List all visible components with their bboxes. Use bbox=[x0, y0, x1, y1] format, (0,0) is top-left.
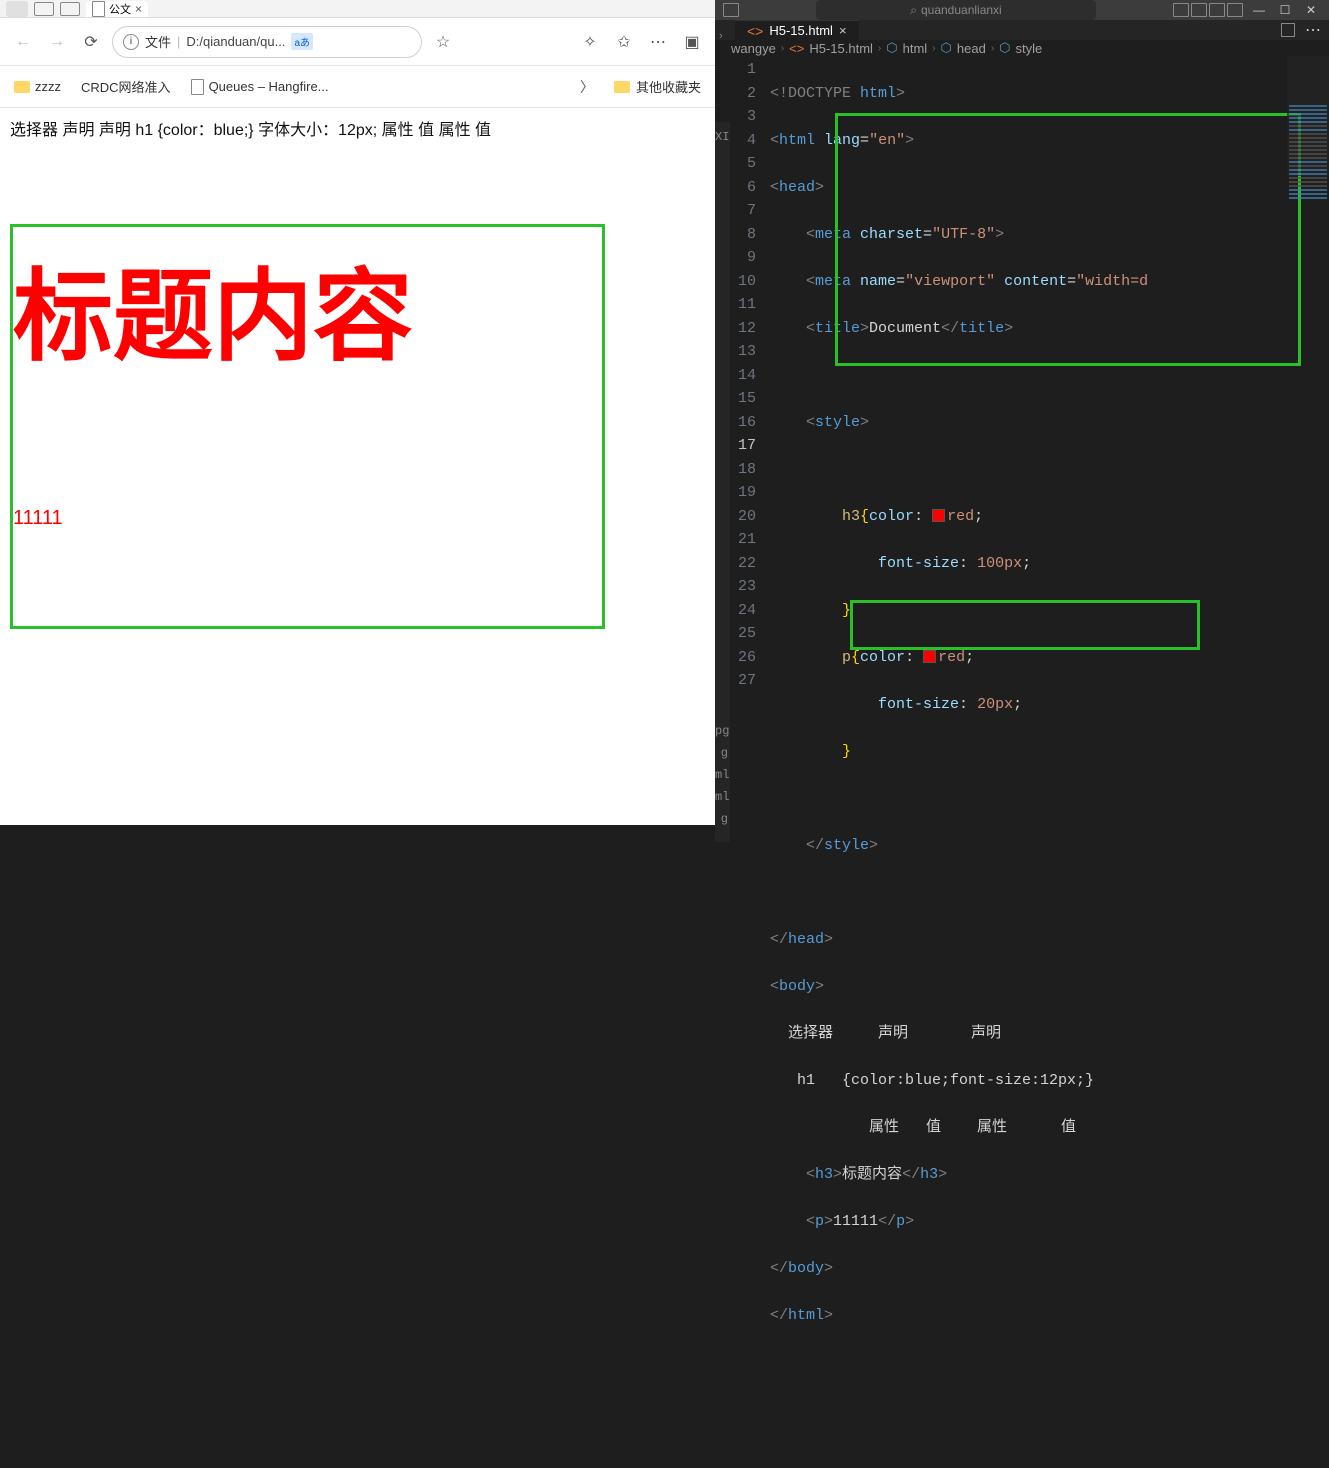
highlight-box-page: 标题内容 11111 bbox=[10, 224, 605, 629]
tab-filename: H5-15.html bbox=[769, 23, 833, 38]
split-editor-icon[interactable] bbox=[1281, 23, 1295, 37]
panel-icon[interactable] bbox=[1173, 3, 1189, 17]
chevron-right-icon: › bbox=[878, 43, 881, 54]
back-button[interactable]: ← bbox=[10, 29, 36, 55]
browser-pane: 公文 × ← → ⟳ i 文件 | D:/qianduan/qu... aあ ☆… bbox=[0, 0, 715, 825]
tab-title: 公文 bbox=[109, 1, 131, 17]
symbol-icon: ⬡ bbox=[999, 40, 1010, 56]
bc-file[interactable]: H5-15.html bbox=[809, 41, 873, 56]
collections-icon[interactable] bbox=[60, 2, 80, 16]
color-swatch-icon bbox=[932, 509, 945, 522]
search-icon: ⌕ bbox=[910, 3, 917, 18]
bookmark-crdc[interactable]: CRDC网络准入 bbox=[81, 77, 171, 96]
editor-tabbar: › <> H5-15.html × ⋯ bbox=[715, 20, 1329, 40]
vscode-titlebar: ⌕ quanduanlianxi — ☐ ✕ bbox=[715, 0, 1329, 20]
explorer-peek: XIpggmlml.txtg bbox=[715, 122, 730, 842]
bc-html[interactable]: html bbox=[903, 41, 928, 56]
close-button[interactable]: ✕ bbox=[1301, 0, 1321, 20]
close-icon[interactable]: × bbox=[135, 2, 142, 16]
minimize-button[interactable]: — bbox=[1249, 0, 1269, 20]
profile-avatar[interactable] bbox=[6, 1, 28, 17]
panel-icon[interactable] bbox=[1209, 3, 1225, 17]
forward-button[interactable]: → bbox=[44, 29, 70, 55]
page-text-line: 选择器 声明 声明 h1 {color：blue;} 字体大小：12px; 属性… bbox=[10, 118, 705, 144]
minimap[interactable] bbox=[1287, 56, 1329, 176]
close-icon[interactable]: × bbox=[839, 23, 847, 38]
html-file-icon: <> bbox=[789, 41, 804, 56]
browser-tabstrip: 公文 × bbox=[0, 0, 715, 18]
browser-tab[interactable]: 公文 × bbox=[86, 1, 148, 17]
menu-icon[interactable]: ⋯ bbox=[645, 29, 671, 55]
bookmarks-overflow-icon[interactable]: 〉 bbox=[580, 77, 594, 97]
info-icon[interactable]: i bbox=[123, 34, 139, 50]
page-content: 选择器 声明 声明 h1 {color：blue;} 字体大小：12px; 属性… bbox=[0, 108, 715, 825]
layout-icon[interactable] bbox=[723, 3, 739, 17]
url-label: 文件 bbox=[145, 32, 171, 51]
extensions-icon[interactable]: ✧ bbox=[577, 29, 603, 55]
url-input[interactable]: i 文件 | D:/qianduan/qu... aあ bbox=[112, 26, 422, 58]
folder-icon bbox=[614, 81, 630, 93]
more-icon[interactable]: ⋯ bbox=[1305, 20, 1321, 40]
html-file-icon: <> bbox=[747, 23, 763, 39]
url-sep: | bbox=[177, 34, 180, 49]
favorites-icon[interactable]: ✩ bbox=[611, 29, 637, 55]
rendered-p: 11111 bbox=[13, 507, 602, 530]
page-icon bbox=[92, 1, 105, 17]
page-icon bbox=[191, 79, 204, 95]
chevron-right-icon: › bbox=[991, 43, 994, 54]
search-placeholder: quanduanlianxi bbox=[921, 3, 1002, 17]
workspaces-icon[interactable] bbox=[34, 2, 54, 16]
browser-navbar: ← → ⟳ i 文件 | D:/qianduan/qu... aあ ☆ ✧ ✩ … bbox=[0, 18, 715, 66]
bookmark-queues[interactable]: Queues – Hangfire... bbox=[191, 79, 329, 95]
code-area[interactable]: <!DOCTYPE html> <html lang="en"> <head> … bbox=[770, 56, 1329, 1468]
favorite-button[interactable]: ☆ bbox=[430, 29, 456, 55]
symbol-icon: ⬡ bbox=[941, 40, 952, 56]
bookmarks-bar: zzzz CRDC网络准入 Queues – Hangfire... 〉 其他收… bbox=[0, 66, 715, 108]
refresh-button[interactable]: ⟳ bbox=[78, 29, 104, 55]
bookmark-zzzz[interactable]: zzzz bbox=[14, 79, 61, 94]
code-editor[interactable]: XIpggmlml.txtg 1234567891011121314151617… bbox=[715, 56, 1329, 1468]
layout-grid-icon[interactable] bbox=[1227, 3, 1243, 17]
translate-badge[interactable]: aあ bbox=[291, 33, 313, 50]
bc-style[interactable]: style bbox=[1016, 41, 1043, 56]
panel-icon[interactable] bbox=[1191, 3, 1207, 17]
color-swatch-icon bbox=[923, 650, 936, 663]
bookmark-other[interactable]: 其他收藏夹 bbox=[614, 77, 701, 96]
chevron-right-icon[interactable]: › bbox=[719, 30, 723, 42]
rendered-h3: 标题内容 bbox=[13, 227, 602, 367]
folder-icon bbox=[14, 81, 30, 93]
bc-folder[interactable]: wangye bbox=[731, 41, 776, 56]
maximize-button[interactable]: ☐ bbox=[1275, 0, 1295, 20]
url-path: D:/qianduan/qu... bbox=[186, 34, 285, 49]
command-center[interactable]: ⌕ quanduanlianxi bbox=[816, 0, 1096, 20]
editor-tab[interactable]: <> H5-15.html × bbox=[735, 20, 859, 40]
chevron-right-icon: › bbox=[932, 43, 935, 54]
bc-head[interactable]: head bbox=[957, 41, 986, 56]
sidebar-toggle-icon[interactable]: ▣ bbox=[679, 29, 705, 55]
symbol-icon: ⬡ bbox=[886, 40, 897, 56]
chevron-right-icon: › bbox=[781, 43, 784, 54]
vscode-pane: ⌕ quanduanlianxi — ☐ ✕ › <> H5-15.html × bbox=[715, 0, 1329, 825]
breadcrumb[interactable]: wangye › <> H5-15.html › ⬡ html › ⬡ head… bbox=[715, 40, 1329, 56]
